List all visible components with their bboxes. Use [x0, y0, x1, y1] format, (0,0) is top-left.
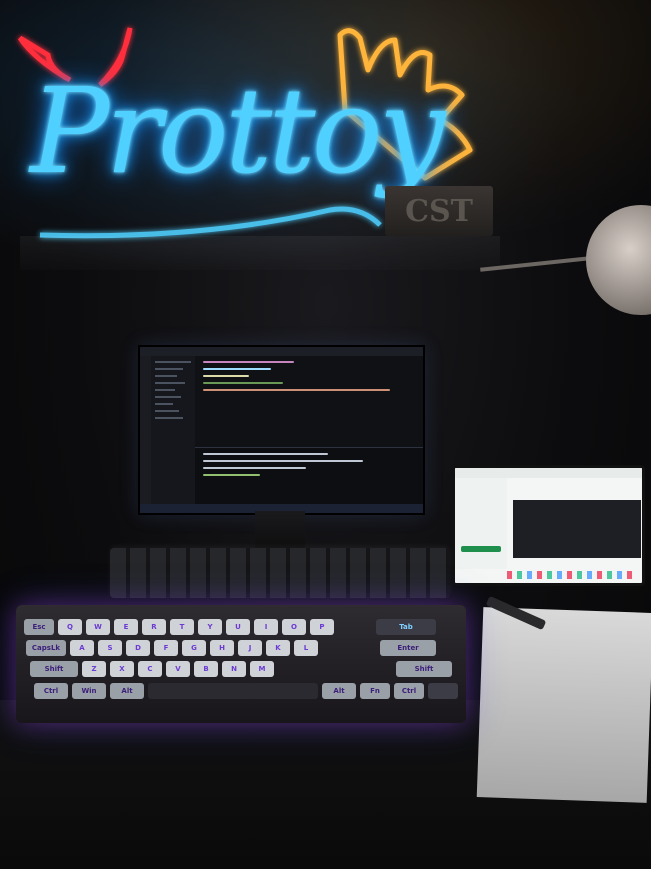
- key-i: I: [254, 619, 278, 635]
- explorer-row: [155, 368, 183, 370]
- explorer-row: [155, 410, 179, 412]
- key-u: U: [226, 619, 250, 635]
- activity-bar: [140, 356, 151, 504]
- key-capslock: CapsLk: [26, 640, 66, 656]
- code-editor: [195, 356, 423, 446]
- editor-titlebar: [140, 347, 423, 356]
- terminal-line: [203, 453, 329, 455]
- key-k: K: [266, 640, 290, 656]
- key-c: C: [138, 661, 162, 677]
- tablet-browser-header: [455, 468, 642, 478]
- tablet-dock: [507, 571, 634, 579]
- key-win: Win: [72, 683, 106, 699]
- key-z: Z: [82, 661, 106, 677]
- code-line: [203, 382, 283, 384]
- key-p: P: [310, 619, 334, 635]
- key-q: Q: [58, 619, 82, 635]
- key-w: W: [86, 619, 110, 635]
- key-h: H: [210, 640, 234, 656]
- terminal-panel: [195, 447, 423, 504]
- tablet-code-block: [513, 500, 641, 558]
- key-l: L: [294, 640, 318, 656]
- key-n: N: [222, 661, 246, 677]
- code-line: [203, 389, 390, 391]
- key-t: T: [170, 619, 194, 635]
- tablet: [452, 465, 645, 586]
- key-alt-left: Alt: [110, 683, 144, 699]
- terminal-line: [203, 467, 306, 469]
- neon-sign-text: Prottoy: [30, 62, 445, 200]
- key-alt-right: Alt: [322, 683, 356, 699]
- key-tab: Tab: [376, 619, 436, 635]
- tablet-green-button: [461, 546, 501, 552]
- explorer-row: [155, 396, 181, 398]
- neon-swash: [39, 206, 382, 239]
- key-shift-left: Shift: [30, 661, 78, 677]
- monitor: [138, 345, 425, 515]
- key-g: G: [182, 640, 206, 656]
- key-m: M: [250, 661, 274, 677]
- key-enter: Enter: [380, 640, 436, 656]
- paper-sheet: [476, 607, 651, 803]
- key-esc: Esc: [24, 619, 54, 635]
- key-a: A: [70, 640, 94, 656]
- file-explorer: [151, 356, 195, 504]
- key-s: S: [98, 640, 122, 656]
- terminal-line: [203, 474, 260, 476]
- key-y: Y: [198, 619, 222, 635]
- key-f: F: [154, 640, 178, 656]
- key-b: B: [194, 661, 218, 677]
- key-shift-right: Shift: [396, 661, 452, 677]
- key-j: J: [238, 640, 262, 656]
- explorer-row: [155, 389, 175, 391]
- monitor-stand: [255, 511, 305, 551]
- explorer-row: [155, 417, 183, 419]
- rear-keyboard: [110, 548, 450, 598]
- key-e: E: [114, 619, 138, 635]
- explorer-row: [155, 403, 173, 405]
- wall-shelf: [20, 236, 500, 270]
- code-line: [203, 361, 295, 363]
- key-d: D: [126, 640, 150, 656]
- explorer-row: [155, 382, 185, 384]
- photo-scene: Prottoy CST Esc Q W E R T Y U I O P Tab …: [0, 0, 651, 869]
- explorer-row: [155, 375, 177, 377]
- key-ctrl-right: Ctrl: [394, 683, 424, 699]
- terminal-line: [203, 460, 363, 462]
- key-x: X: [110, 661, 134, 677]
- key-fn: Fn: [360, 683, 390, 699]
- key-r: R: [142, 619, 166, 635]
- tablet-chat-sidebar: [455, 478, 507, 569]
- key-o: O: [282, 619, 306, 635]
- code-line: [203, 375, 249, 377]
- key-arrow: [428, 683, 458, 699]
- key-ctrl-left: Ctrl: [34, 683, 68, 699]
- key-space: [148, 683, 318, 699]
- cst-block: CST: [385, 186, 493, 236]
- code-line: [203, 368, 272, 370]
- rgb-keyboard: Esc Q W E R T Y U I O P Tab CapsLk A S D…: [16, 605, 466, 723]
- key-v: V: [166, 661, 190, 677]
- explorer-row: [155, 361, 191, 363]
